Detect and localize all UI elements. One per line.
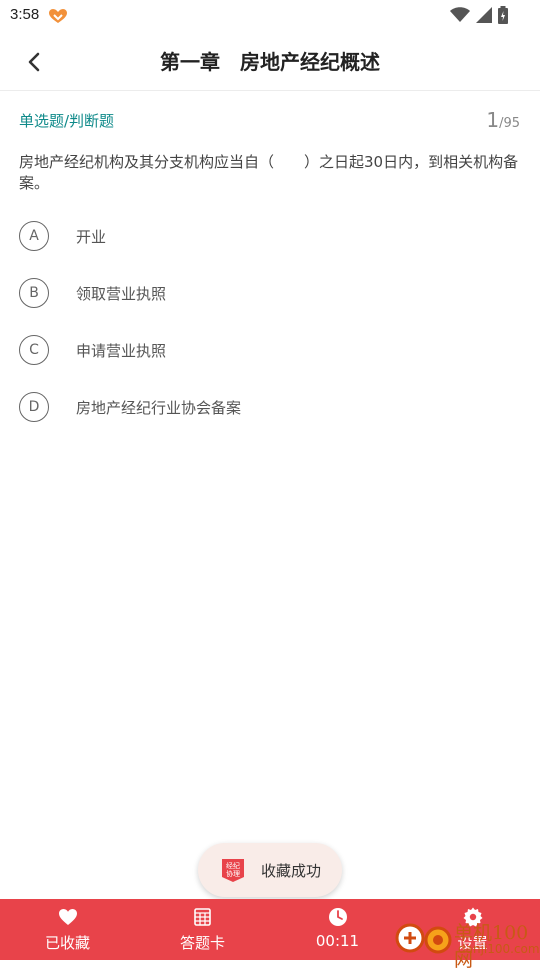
option-letter: C: [19, 335, 49, 365]
heart-icon: [58, 907, 78, 927]
question-text: 房地产经纪机构及其分支机构应当自（ ）之日起30日内，到相关机构备案。: [19, 153, 519, 192]
option-text: 开业: [76, 227, 107, 246]
page-title: 第一章 房地产经纪概述: [160, 50, 380, 74]
option-letter: A: [19, 221, 49, 251]
option-text: 领取营业执照: [76, 284, 167, 303]
option-text: 申请营业执照: [76, 341, 167, 360]
watermark-logo-icon: [395, 923, 452, 954]
question-total: /95: [499, 116, 520, 131]
question-counter: 1/95: [486, 108, 520, 132]
tab-favorites[interactable]: 已收藏: [0, 899, 135, 960]
option-letter: B: [19, 278, 49, 308]
timer-value: 00:11: [315, 932, 360, 950]
option-d[interactable]: D 房地产经纪行业协会备案: [19, 390, 499, 424]
wifi-icon: [450, 7, 470, 22]
app-logo: 经纪 协理: [222, 859, 244, 882]
option-text: 房地产经纪行业协会备案: [76, 398, 242, 417]
logo-text-bottom: 协理: [226, 869, 240, 878]
logo-text-top: 经纪: [226, 861, 240, 870]
status-bar: 3:58: [0, 0, 540, 32]
toast: 经纪 协理 收藏成功: [198, 843, 342, 897]
option-b[interactable]: B 领取营业执照: [19, 276, 499, 310]
status-time: 3:58: [10, 6, 40, 23]
header: 第一章 房地产经纪概述: [0, 32, 540, 91]
watermark: 单机100网 danji100.com: [394, 912, 540, 971]
app-notification-icon: [49, 9, 67, 23]
tab-timer[interactable]: 00:11: [270, 899, 405, 960]
signal-icon: [476, 7, 492, 23]
tab-answer-card[interactable]: 答题卡: [135, 899, 270, 960]
option-c[interactable]: C 申请营业执照: [19, 333, 499, 367]
tab-label: 答题卡: [179, 934, 225, 952]
option-letter: D: [19, 392, 49, 422]
clock-icon: [328, 907, 348, 927]
question-type-label: 单选题/判断题: [19, 112, 115, 130]
watermark-sub: danji100.com: [458, 942, 540, 956]
calendar-grid-icon: [193, 907, 213, 927]
option-a[interactable]: A 开业: [19, 219, 499, 253]
battery-icon: [498, 6, 508, 24]
toast-text: 收藏成功: [261, 861, 322, 880]
tab-label: 已收藏: [44, 934, 90, 952]
question-current: 1: [486, 108, 500, 132]
